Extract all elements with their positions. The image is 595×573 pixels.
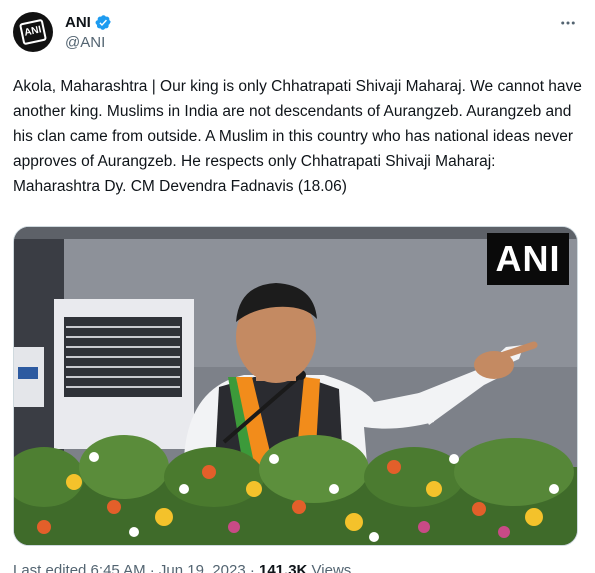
ani-logo: ANI — [18, 18, 48, 46]
tweet-meta-footer: Last edited 6:45 AM · Jun 19, 2023 · 141… — [13, 562, 351, 573]
views-label: Views — [311, 562, 352, 573]
verified-badge-icon — [95, 14, 112, 31]
tweet-media-image[interactable]: ANI — [13, 226, 578, 546]
author-handle[interactable]: @ANI — [65, 34, 105, 51]
author-name-row: ANI — [65, 12, 112, 32]
author-display-name[interactable]: ANI — [65, 14, 91, 31]
views-count: 141.3K — [259, 562, 308, 573]
tweet-text: Akola, Maharashtra | Our king is only Ch… — [13, 78, 582, 195]
more-dots-icon[interactable] — [557, 12, 579, 34]
edited-timestamp[interactable]: Last edited 6:45 AM · Jun 19, 2023 · — [13, 562, 255, 573]
author-avatar[interactable]: ANI — [13, 12, 53, 52]
ani-watermark-logo: ANI — [487, 233, 569, 285]
